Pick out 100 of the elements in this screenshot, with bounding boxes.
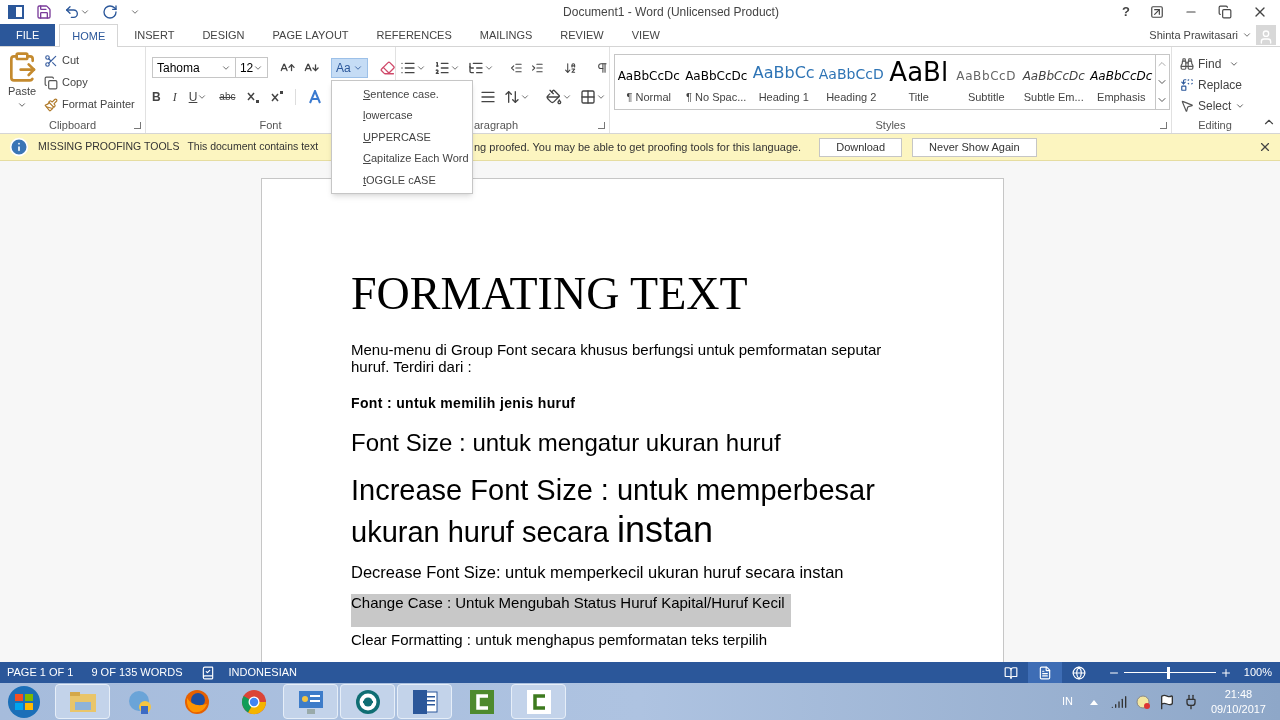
strikethrough-button[interactable]: abc [219, 89, 236, 104]
print-view-button[interactable] [1027, 662, 1062, 683]
ribbon-tab[interactable]: HOME [59, 24, 119, 47]
menu-item[interactable]: tOGGLE cASE [332, 169, 472, 191]
zoom-level[interactable]: 100% [1243, 664, 1272, 681]
paintbrush-icon [44, 97, 58, 112]
infobar-title: MISSING PROOFING TOOLS [38, 139, 180, 155]
find-button[interactable]: Find [1180, 54, 1258, 73]
paste-button[interactable]: Paste [4, 51, 40, 117]
document-paragraph: Font Size : untuk mengatur ukuran huruf [351, 428, 782, 458]
ribbon-options-icon[interactable] [1150, 5, 1164, 19]
change-case-button[interactable]: Aa [330, 57, 368, 78]
bold-button[interactable]: B [152, 87, 161, 106]
dialog-launcher-icon[interactable] [134, 122, 141, 129]
proofing-icon[interactable] [200, 665, 215, 680]
document-paragraph: Decrease Font Size: untuk memperkecil ukuran huruf secara instan [351, 562, 845, 582]
tray-status-icon[interactable] [1134, 693, 1151, 710]
superscript-icon[interactable] [271, 90, 284, 103]
group-label: Styles [875, 117, 906, 133]
style-item[interactable]: AaBbCc Heading 1 [750, 55, 818, 109]
clock-date: 09/10/2017 [1210, 701, 1266, 717]
document-paragraph: Clear Formatting : untuk menghapus pemformatan teks terpilih [351, 631, 769, 648]
control-panel-icon[interactable] [283, 684, 338, 719]
screen-recorder-icon[interactable] [511, 684, 566, 719]
caret-icon[interactable] [1242, 30, 1252, 40]
save-icon[interactable] [36, 4, 52, 20]
subscript-icon[interactable] [247, 90, 260, 103]
ribbon-tab[interactable]: REVIEW [548, 24, 616, 46]
dialog-launcher-icon[interactable] [598, 122, 605, 129]
zoom-in-icon[interactable] [1219, 666, 1232, 679]
underline-button[interactable]: U [188, 87, 198, 106]
style-item[interactable]: AaBbCcD Subtitle [952, 55, 1020, 109]
format-painter-button[interactable]: Format Painter [44, 95, 135, 114]
undo-icon[interactable] [64, 4, 80, 20]
style-item[interactable]: AaBbCcDc ¶ No Spac... [682, 55, 750, 109]
font-name-field[interactable]: Tahoma [152, 57, 236, 78]
ribbon-tab[interactable]: VIEW [619, 24, 672, 46]
replace-button[interactable]: Replace [1180, 75, 1258, 94]
page-count: PAGE 1 OF 1 [7, 665, 74, 681]
document-paragraph: Change Case : Untuk Mengubah Status Huruf Kapital/Huruf Kecil [351, 594, 791, 627]
help-button[interactable]: ? [1122, 2, 1130, 22]
font-size-field[interactable]: 12 [235, 57, 269, 78]
signal-icon[interactable] [1110, 693, 1127, 710]
ribbon-tab[interactable]: REFERENCES [364, 24, 464, 46]
page-icon [1037, 665, 1052, 680]
book-icon [1003, 665, 1018, 680]
redo-icon[interactable] [102, 4, 118, 20]
antivirus-icon[interactable] [340, 684, 395, 719]
word-count: 9 OF 135 WORDS [91, 665, 183, 681]
copy-button[interactable]: Copy [44, 73, 135, 92]
borders-icon[interactable] [580, 88, 596, 105]
style-item[interactable]: AaBbCcDc Emphasis [1087, 55, 1155, 109]
group-label: aragraph [474, 117, 519, 133]
close-icon[interactable] [1258, 140, 1272, 154]
user-name: Shinta Prawitasari [1149, 27, 1238, 43]
clear-formatting-icon[interactable] [379, 59, 395, 76]
copy-icon [44, 75, 58, 90]
ribbon-tab[interactable]: MAILINGS [467, 24, 545, 46]
line-spacing-icon[interactable] [504, 88, 520, 105]
ribbon-tab[interactable]: DESIGN [190, 24, 257, 46]
globe-icon [1071, 665, 1086, 680]
menu-item[interactable]: Capitalize Each Word [332, 147, 472, 170]
infobar-button[interactable]: Never Show Again [912, 137, 1037, 157]
pointer-icon [1180, 98, 1194, 113]
restore-icon[interactable] [1218, 5, 1232, 19]
shading-icon[interactable] [546, 88, 562, 105]
caret-icon[interactable] [80, 7, 90, 17]
group-label: Editing [1198, 117, 1232, 133]
group-label: Clipboard [48, 117, 97, 133]
window-title: Document1 - Word (Unlicensed Product) [563, 5, 779, 19]
action-center-icon[interactable] [1158, 693, 1175, 710]
ribbon-tab[interactable]: PAGE LAYOUT [260, 24, 361, 46]
customize-caret-icon[interactable] [130, 7, 140, 17]
language-label: INDONESIAN [228, 665, 297, 681]
document-paragraph: Menu-menu di Group Font secara khusus berfungsi untuk pemformatan seputar huruf. Terdiri dari : [351, 341, 883, 375]
menu-item[interactable]: lowercase [332, 104, 472, 127]
style-item[interactable]: AaBbCcDc ¶ Normal [615, 55, 683, 109]
style-item[interactable]: AaBl Title [885, 55, 953, 109]
ribbon-tab[interactable]: FILE [0, 24, 56, 46]
italic-button[interactable]: I [172, 87, 177, 106]
style-item[interactable]: AaBbCcDc Subtle Em... [1020, 55, 1088, 109]
dialog-launcher-icon[interactable] [1160, 122, 1167, 129]
word-app-icon[interactable] [397, 684, 452, 719]
infobar-button[interactable]: Download [819, 137, 903, 157]
clock-time: 21:48 [1224, 686, 1253, 702]
infobar-message: This document contains text [187, 139, 319, 155]
menu-item[interactable]: UPPERCASE [332, 126, 472, 148]
cut-button[interactable]: Cut [44, 51, 135, 70]
info-icon [9, 137, 29, 157]
menu-item[interactable]: Sentence case. [332, 83, 472, 105]
style-item[interactable]: AaBbCcD Heading 2 [817, 55, 885, 109]
text-effects-icon[interactable] [308, 89, 323, 104]
ribbon-tab[interactable]: INSERT [122, 24, 187, 46]
numbering-icon[interactable] [434, 59, 450, 76]
document-paragraph: FORMATING TEXT [351, 267, 749, 321]
select-button[interactable]: Select [1180, 96, 1258, 115]
zoom-slider[interactable] [1123, 666, 1216, 679]
group-label: Font [259, 117, 282, 133]
word-logo-icon [8, 4, 24, 20]
document-paragraph: Increase Font Size : untuk memperbesar ukuran huruf secara instan [351, 473, 876, 552]
